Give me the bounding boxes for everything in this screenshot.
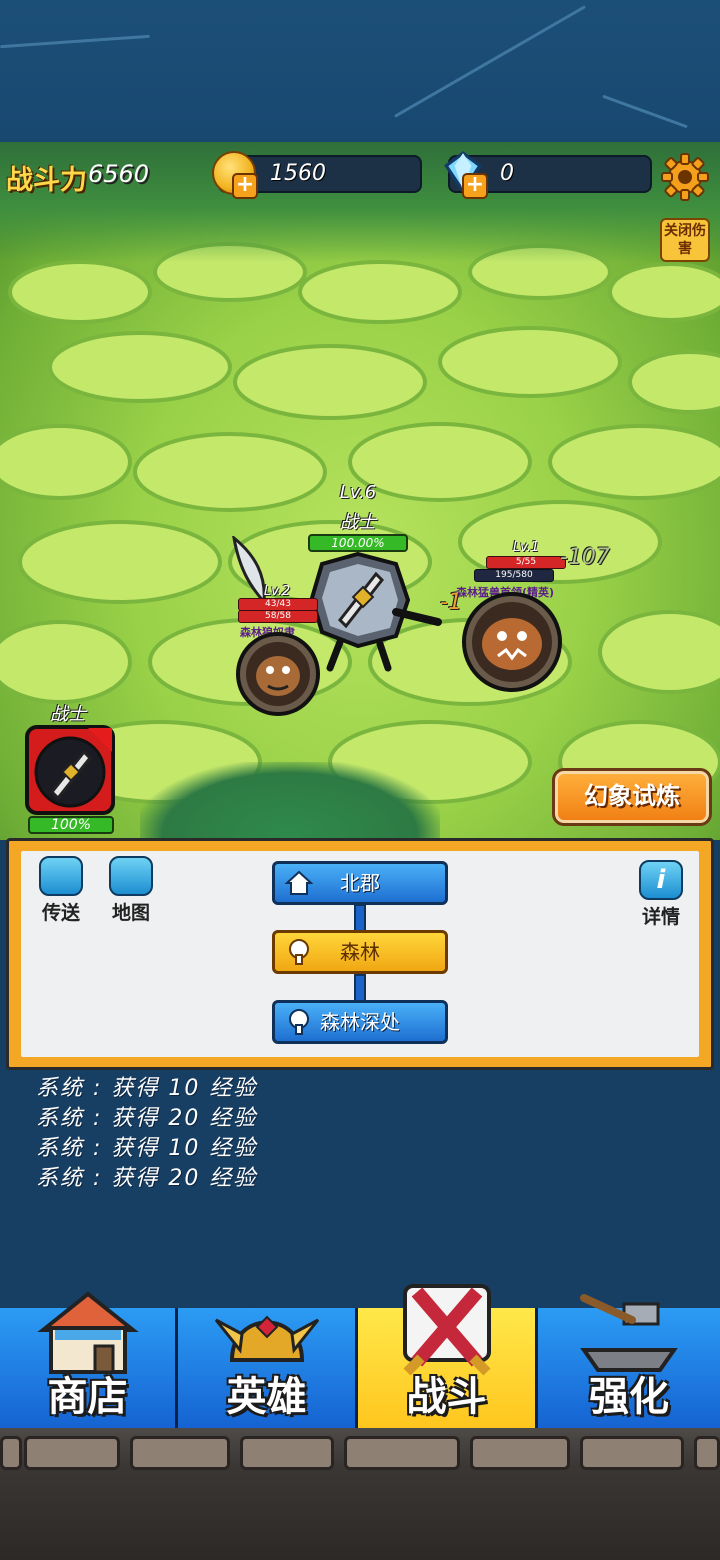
tree-icon (289, 939, 309, 965)
vine-foliage (140, 762, 440, 840)
combat-power-value: 6560 (88, 160, 150, 188)
hero-name: 战士 (340, 512, 376, 533)
log-line: 系统 : 获得 10 经验 (36, 1076, 258, 1101)
portrait-name: 战士 (50, 704, 86, 725)
nav-tab-enhance[interactable]: 强化 (538, 1294, 720, 1428)
stone-ground (0, 1428, 720, 1560)
gold-bar[interactable]: + 1560 (212, 151, 422, 199)
bottom-nav: 商店 英雄 战斗 强化 (0, 1284, 720, 1430)
map-node-label: 北郡 (340, 871, 380, 895)
nav-tab-battle[interactable]: 战斗 (358, 1284, 538, 1428)
map-node-forest[interactable]: 森林 (272, 930, 448, 974)
log-line: 系统 : 获得 20 经验 (36, 1166, 258, 1191)
map-node-label: 森林深处 (320, 1010, 400, 1034)
gear-icon[interactable] (660, 152, 710, 202)
map-node-label: 森林 (340, 940, 380, 964)
enemy-right-damage-text: -107 (560, 545, 610, 570)
nav-label-battle: 战斗 (406, 1374, 487, 1420)
teleport-label: 传送 (41, 902, 80, 924)
hero-portrait[interactable] (24, 724, 116, 816)
add-gem-icon[interactable]: + (462, 173, 488, 199)
nav-label-heroes: 英雄 (226, 1374, 307, 1420)
log-line: 系统 : 获得 20 经验 (36, 1106, 258, 1131)
nav-label-enhance: 强化 (589, 1374, 669, 1420)
toggle-damage-button[interactable]: 关闭伤害 (660, 218, 710, 262)
home-icon (285, 870, 313, 895)
gem-bar[interactable]: + 0 (444, 151, 652, 199)
tree-icon (289, 1009, 309, 1035)
map-node-deep-forest[interactable]: 森林深处 (272, 1000, 448, 1044)
top-sky (0, 0, 720, 142)
enemy-right-hp-top: 5/55 (486, 556, 566, 569)
gold-value: 1560 (270, 161, 326, 186)
nav-tab-shop[interactable]: 商店 (0, 1291, 178, 1428)
teleport-icon (39, 856, 83, 896)
map-button[interactable]: 地图 (106, 856, 156, 925)
enemy-left-hp-bottom: 58/58 (238, 610, 318, 623)
enemy-left-token[interactable] (234, 626, 324, 722)
nav-label-shop: 商店 (47, 1374, 128, 1420)
enemy-left-level: Lv.2 (263, 584, 291, 599)
teleport-button[interactable]: 传送 (36, 856, 86, 925)
illusion-trial-button[interactable]: 幻象试炼 (552, 768, 712, 826)
combat-power-label: 战斗力 (6, 165, 87, 196)
magnifier-icon (109, 856, 153, 896)
map-label: 地图 (111, 902, 150, 924)
combat-log: 系统 : 获得 10 经验 系统 : 获得 20 经验 系统 : 获得 10 经… (36, 1074, 536, 1194)
map-node-north-county[interactable]: 北郡 (272, 861, 448, 905)
enemy-right-token[interactable] (456, 590, 572, 700)
add-gold-icon[interactable]: + (232, 173, 258, 199)
hero-token[interactable] (310, 550, 442, 680)
gem-value: 0 (500, 161, 514, 186)
info-icon: i (639, 860, 683, 900)
portrait-hp-bar: 100% (28, 816, 114, 834)
details-label: 详情 (641, 906, 680, 928)
nav-tab-heroes[interactable]: 英雄 (178, 1308, 358, 1428)
details-button[interactable]: i 详情 (636, 860, 686, 929)
log-line: 系统 : 获得 10 经验 (36, 1136, 258, 1161)
hero-level: Lv.6 (339, 482, 377, 503)
enemy-right-hp-bottom: 195/580 (474, 569, 554, 582)
enemy-right-level: Lv.1 (512, 540, 540, 555)
